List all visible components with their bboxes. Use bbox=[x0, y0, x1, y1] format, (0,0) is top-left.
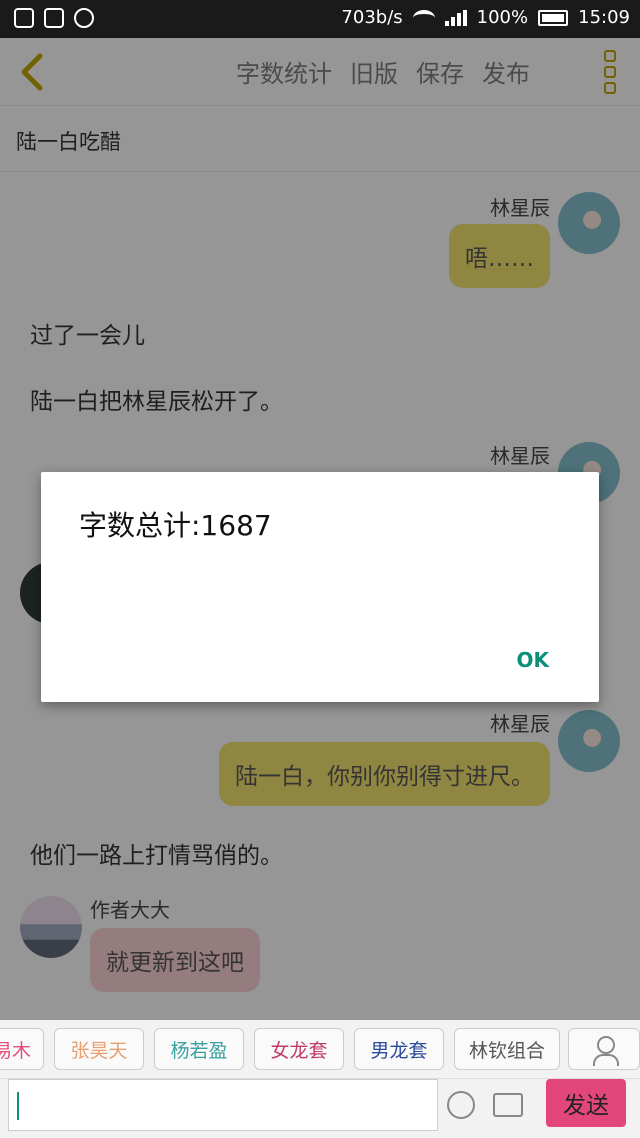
character-tag[interactable]: 杨若盈 bbox=[154, 1028, 244, 1070]
input-bar: 发送 bbox=[0, 1078, 640, 1138]
character-tag-bar: 易木 张昊天 杨若盈 女龙套 男龙套 林钦组合 bbox=[0, 1020, 640, 1078]
word-count-dialog: 字数总计:1687 OK bbox=[41, 472, 599, 702]
person-icon[interactable] bbox=[568, 1028, 640, 1070]
send-button[interactable]: 发送 bbox=[546, 1079, 626, 1127]
character-tag[interactable]: 男龙套 bbox=[354, 1028, 444, 1070]
signal-icon bbox=[444, 9, 467, 26]
dialog-message: 字数总计:1687 bbox=[79, 509, 272, 542]
battery-icon bbox=[538, 9, 569, 26]
character-tag[interactable]: 易木 bbox=[0, 1028, 44, 1070]
character-tag[interactable]: 女龙套 bbox=[254, 1028, 344, 1070]
wifi-icon bbox=[412, 9, 435, 26]
network-speed: 703b/s bbox=[341, 7, 403, 28]
battery-percent: 100% bbox=[476, 7, 529, 28]
message-notification-icon bbox=[14, 8, 34, 28]
shield-icon bbox=[44, 8, 64, 28]
emoji-icon[interactable] bbox=[447, 1091, 475, 1119]
more-notification-icon bbox=[74, 8, 94, 28]
message-input[interactable] bbox=[8, 1079, 438, 1131]
character-tag[interactable]: 张昊天 bbox=[54, 1028, 144, 1070]
image-icon[interactable] bbox=[493, 1093, 523, 1117]
clock: 15:09 bbox=[578, 7, 630, 28]
character-tag[interactable]: 林钦组合 bbox=[454, 1028, 560, 1070]
ok-button[interactable]: OK bbox=[517, 648, 550, 672]
status-bar: 703b/s 100% 15:09 bbox=[0, 0, 640, 38]
